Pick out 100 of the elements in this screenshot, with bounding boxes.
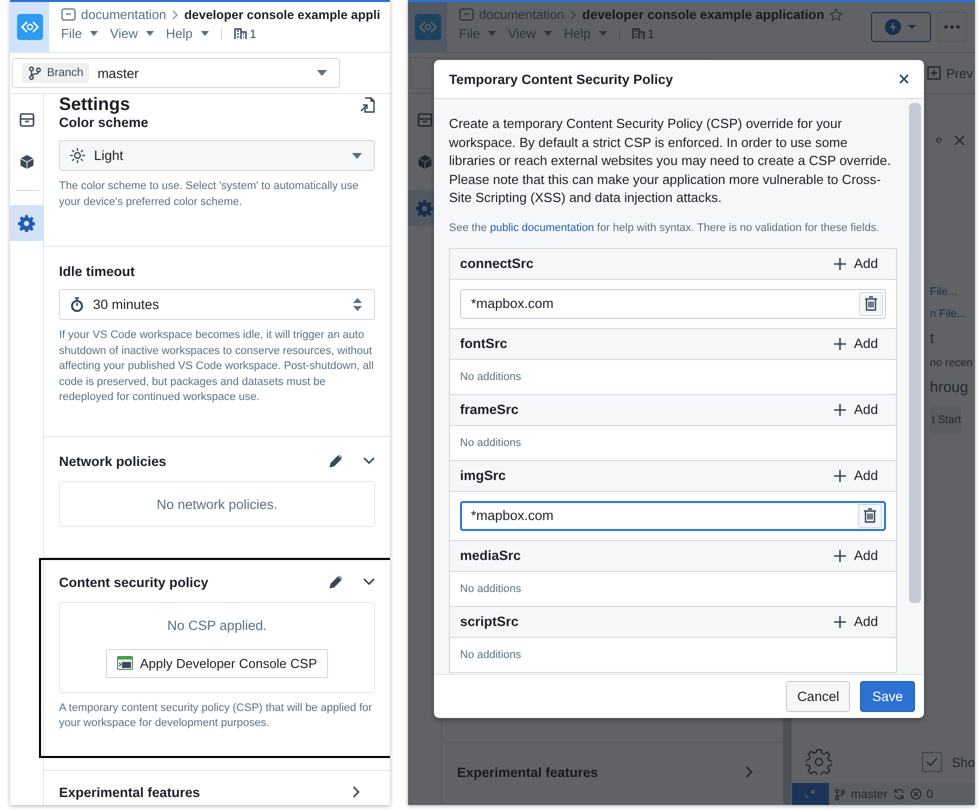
caret-icon — [352, 152, 362, 158]
branch-value: master — [97, 66, 140, 80]
caret-icon — [90, 31, 98, 36]
source-input-field[interactable]: *mapbox.com — [460, 288, 886, 318]
chevron-right-icon — [171, 10, 180, 20]
branch-icon — [834, 788, 846, 800]
error-count: 0 — [926, 787, 934, 801]
empty-state-text: No additions — [460, 370, 522, 384]
app-logo-icon[interactable] — [10, 2, 49, 52]
color-scheme-select[interactable]: Light — [59, 140, 375, 171]
caret-icon — [598, 31, 607, 36]
section-title: Content security policy — [59, 574, 210, 590]
console-window-icon — [116, 656, 133, 670]
chevron-right-icon — [745, 766, 754, 778]
add-button[interactable]: Add — [834, 614, 886, 629]
directive-name: connectSrc — [460, 256, 534, 271]
menu-item[interactable]: Help — [166, 26, 209, 41]
section-title: Idle timeout — [59, 264, 136, 279]
add-button[interactable]: Add — [834, 468, 886, 483]
chevron-down-icon[interactable] — [363, 457, 375, 465]
add-button[interactable]: Add — [834, 548, 886, 563]
directive-name: fontSrc — [460, 336, 508, 351]
more-icon — [944, 25, 960, 29]
star-icon[interactable] — [829, 8, 844, 22]
directive-name: frameSrc — [460, 402, 519, 417]
workspace-count: 1 — [250, 26, 256, 40]
menu-item[interactable]: View — [110, 26, 154, 41]
export-icon[interactable] — [360, 96, 375, 112]
save-button[interactable]: Save — [860, 681, 915, 712]
chevron-right-icon — [569, 10, 578, 20]
settings-nav-item[interactable]: Experimental features — [44, 770, 390, 805]
plus-icon — [834, 470, 846, 482]
idle-timeout-field[interactable]: 30 minutes — [59, 289, 375, 320]
plus-icon — [834, 616, 846, 628]
chevron-right-icon — [352, 786, 360, 798]
trash-icon — [864, 296, 878, 311]
stopwatch-icon — [70, 297, 84, 312]
branch-icon — [28, 66, 42, 80]
caret-icon — [488, 31, 496, 36]
project-title: developer console example application — [582, 7, 824, 22]
caret-icon — [317, 70, 327, 76]
error-icon — [910, 788, 922, 800]
recent-text: no recen — [930, 357, 973, 369]
add-button[interactable]: Add — [834, 336, 886, 351]
add-button[interactable]: Add — [834, 256, 886, 271]
plus-icon — [834, 404, 846, 416]
heading-text: t — [930, 330, 934, 347]
settings-title: Settings — [59, 94, 130, 115]
add-icon — [927, 66, 942, 80]
section-title: Color scheme — [59, 115, 150, 130]
directive-name: mediaSrc — [460, 548, 521, 563]
cancel-button[interactable]: Cancel — [786, 681, 850, 712]
intro-text: Create a temporary Content Security Policy (CSP) override for your workspace. By default a strict CSP is enforced. In order to use some libraries or reach external websites you may need to create a CSP override. Please note that this can make your application more vulnerable to Cross-Site Scripting (XSS) and data injection attacks. — [449, 115, 892, 207]
delete-button[interactable] — [858, 504, 882, 528]
checkbox[interactable] — [922, 752, 942, 772]
settings-icon[interactable] — [806, 749, 832, 775]
directive-name: scriptSrc — [460, 614, 519, 629]
caret-icon — [146, 31, 154, 36]
dialog-title: Temporary Content Security Policy — [449, 72, 674, 86]
workspace-count: 1 — [648, 26, 654, 40]
branch-select[interactable]: Branch master — [12, 58, 340, 88]
source-input-field[interactable]: *mapbox.com — [460, 500, 886, 530]
delete-button[interactable] — [859, 292, 883, 316]
menu-item[interactable]: File — [61, 26, 98, 41]
trash-icon — [863, 508, 877, 523]
building-icon — [234, 27, 247, 40]
caret-icon — [544, 31, 552, 36]
sun-icon — [70, 148, 85, 163]
help-text: If your VS Code workspace becomes idle, it will trigger an auto shutdown of inactive workspaces to conserve resources, without affecting your published VS Code workspace. Post-shutdown, all code is preserved, but packages and datasets must be redeployed for continued workspace use. — [59, 328, 375, 405]
empty-state-text: No CSP applied. — [167, 618, 267, 632]
folder-icon — [459, 8, 474, 21]
heading-text: hroug — [930, 379, 968, 396]
pencil-icon[interactable] — [329, 575, 343, 589]
scrollbar-thumb[interactable] — [909, 103, 921, 603]
help-text: A temporary content security policy (CSP) that will be applied for your workspace for development purposes. — [59, 700, 374, 731]
folder-icon — [61, 8, 76, 21]
remote-icon — [804, 788, 816, 800]
documentation-link[interactable]: public documentation — [490, 222, 594, 234]
plus-icon — [834, 550, 846, 562]
add-button[interactable]: Add — [834, 402, 886, 417]
stepper-icon — [353, 298, 362, 311]
syntax-note: See the public documentation for help with syntax. There is no validation for these fields. — [449, 222, 880, 234]
pencil-icon[interactable] — [329, 454, 343, 468]
more-button[interactable] — [937, 12, 967, 42]
chevron-down-icon[interactable] — [363, 578, 375, 586]
plus-icon — [834, 258, 846, 270]
directive-name: imgSrc — [460, 468, 506, 483]
project-title: developer console example appli — [184, 8, 380, 22]
apply-csp-button[interactable]: Apply Developer Console CSP — [106, 648, 328, 678]
help-text: The color scheme to use. Select 'system' to automatically use your device's preferred color scheme. — [59, 179, 360, 210]
breadcrumb-link[interactable]: documentation — [81, 7, 166, 22]
caret-icon — [200, 31, 209, 36]
empty-state-text: No additions — [460, 582, 522, 596]
checkmark-icon — [924, 755, 939, 769]
empty-state-text: No additions — [460, 436, 522, 450]
empty-state-text: No additions — [460, 648, 522, 662]
empty-state-text: No network policies. — [156, 496, 278, 512]
close-icon[interactable] — [899, 74, 909, 84]
section-title: Network policies — [59, 454, 168, 468]
lightning-icon — [884, 18, 918, 36]
